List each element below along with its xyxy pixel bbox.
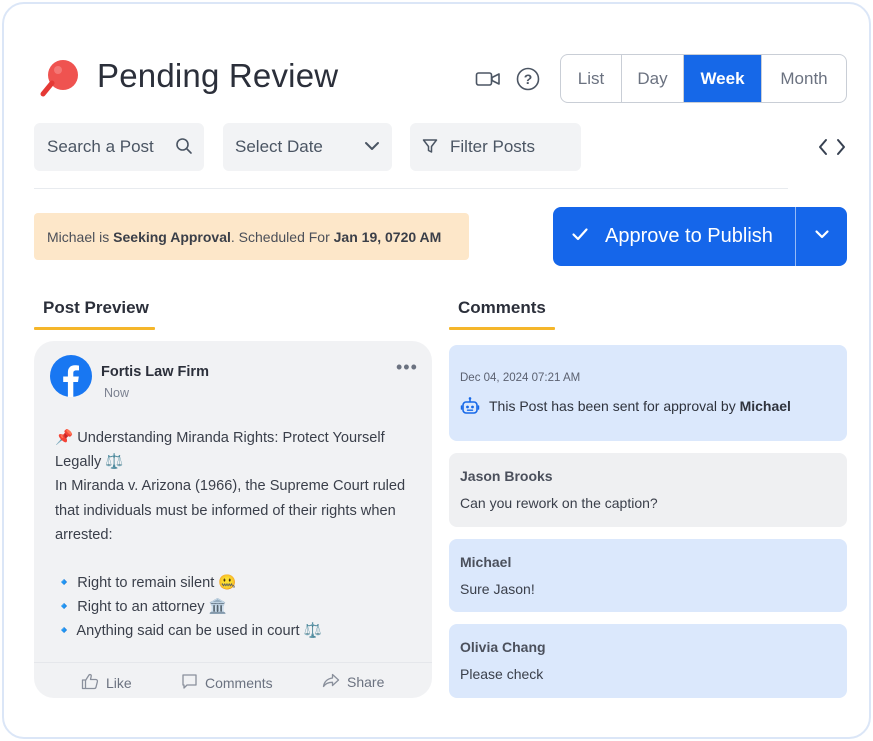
status-banner: Michael is Seeking Approval. Scheduled F… xyxy=(34,213,469,260)
search-input[interactable]: Search a Post xyxy=(34,123,204,171)
post-preview-card: Fortis Law Firm Now ••• 📌 Understanding … xyxy=(34,341,432,698)
search-icon xyxy=(175,137,193,160)
facebook-icon xyxy=(50,355,92,397)
caption-line: 🔹 Right to an attorney 🏛️ xyxy=(55,599,227,616)
svg-text:?: ? xyxy=(524,71,533,87)
comment-text: Can you rework on the caption? xyxy=(460,495,658,511)
robot-icon xyxy=(460,396,480,421)
search-placeholder: Search a Post xyxy=(47,137,154,156)
video-icon[interactable] xyxy=(475,66,501,92)
comment-author: Michael xyxy=(460,554,512,570)
comment-item: Jason Brooks Can you rework on the capti… xyxy=(449,453,847,527)
divider xyxy=(34,188,788,189)
chevron-left-icon[interactable] xyxy=(816,137,830,157)
caption-line: In Miranda v. Arizona (1966), the Suprem… xyxy=(55,478,406,495)
like-label: Like xyxy=(106,675,132,691)
comment-date: Dec 04, 2024 07:21 AM xyxy=(460,372,581,384)
filter-label: Filter Posts xyxy=(450,137,536,156)
filter-icon xyxy=(421,137,439,160)
comment-text: Sure Jason! xyxy=(460,581,535,597)
app-frame: Pending Review ? List Day Week Month Sea… xyxy=(2,2,871,739)
view-switcher: List Day Week Month xyxy=(560,54,847,103)
comment-text: Please check xyxy=(460,666,544,682)
status-is: is xyxy=(99,228,110,245)
comment-item: Olivia Chang Please check xyxy=(449,624,847,698)
like-button[interactable]: Like xyxy=(81,673,132,693)
date-select[interactable]: Select Date xyxy=(223,123,392,171)
caption-line: 📌 Understanding Miranda Rights: Protect … xyxy=(55,430,385,446)
chevron-right-icon[interactable] xyxy=(834,137,848,157)
system-message: This Post has been sent for approval by … xyxy=(489,398,791,414)
system-message-user: Michael xyxy=(739,398,791,414)
check-icon xyxy=(571,225,589,248)
more-options-icon[interactable]: ••• xyxy=(396,357,418,378)
week-navigation xyxy=(816,137,848,157)
caption-line: Legally ⚖️ xyxy=(55,454,124,471)
status-scheduled-date: Jan 19, 0720 AM xyxy=(333,228,442,245)
approve-to-publish-button[interactable]: Approve to Publish xyxy=(553,207,795,266)
chevron-down-icon xyxy=(363,137,381,160)
status-user: Michael xyxy=(47,228,96,245)
thumbs-up-icon xyxy=(81,673,99,693)
share-label: Share xyxy=(347,674,385,690)
chevron-down-icon xyxy=(813,225,831,248)
post-author: Fortis Law Firm xyxy=(101,364,209,380)
approve-button-group: Approve to Publish xyxy=(553,207,847,266)
page-title: Pending Review xyxy=(97,57,339,94)
status-state: Seeking Approval xyxy=(113,228,231,245)
approve-label: Approve to Publish xyxy=(605,225,773,247)
comment-author: Olivia Chang xyxy=(460,639,546,655)
post-caption: 📌 Understanding Miranda Rights: Protect … xyxy=(55,426,420,644)
status-scheduled-text: . Scheduled For xyxy=(230,228,330,245)
tab-underline xyxy=(34,327,155,330)
tab-comments[interactable]: Comments xyxy=(458,298,546,318)
caption-line: arrested: xyxy=(55,526,113,543)
share-icon xyxy=(322,673,340,691)
tab-month[interactable]: Month xyxy=(762,55,846,102)
tab-day[interactable]: Day xyxy=(622,55,684,102)
share-button[interactable]: Share xyxy=(322,673,384,691)
caption-line: 🔹 Right to remain silent 🤐 xyxy=(55,575,237,592)
comments-label: Comments xyxy=(205,675,273,691)
comments-button[interactable]: Comments xyxy=(181,673,273,693)
tab-week[interactable]: Week xyxy=(684,55,762,102)
tab-list[interactable]: List xyxy=(561,55,622,102)
post-actions-bar: Like Comments Share xyxy=(34,662,432,698)
system-comment: Dec 04, 2024 07:21 AM This Post has been… xyxy=(449,345,847,441)
approve-options-dropdown[interactable] xyxy=(796,207,847,266)
filter-posts-button[interactable]: Filter Posts xyxy=(410,123,581,171)
caption-line: that individuals must be informed of the… xyxy=(55,502,396,519)
system-message-text: This Post has been sent for approval by xyxy=(489,398,736,414)
tab-underline xyxy=(449,327,555,330)
pin-icon xyxy=(38,56,82,100)
date-placeholder: Select Date xyxy=(235,137,323,156)
tab-post-preview[interactable]: Post Preview xyxy=(43,298,149,318)
caption-line: 🔹 Anything said can be used in court ⚖️ xyxy=(55,623,322,640)
comment-item: Michael Sure Jason! xyxy=(449,539,847,612)
comment-icon xyxy=(181,673,198,693)
post-time: Now xyxy=(104,386,130,400)
help-icon[interactable]: ? xyxy=(515,66,541,92)
comment-author: Jason Brooks xyxy=(460,468,553,484)
